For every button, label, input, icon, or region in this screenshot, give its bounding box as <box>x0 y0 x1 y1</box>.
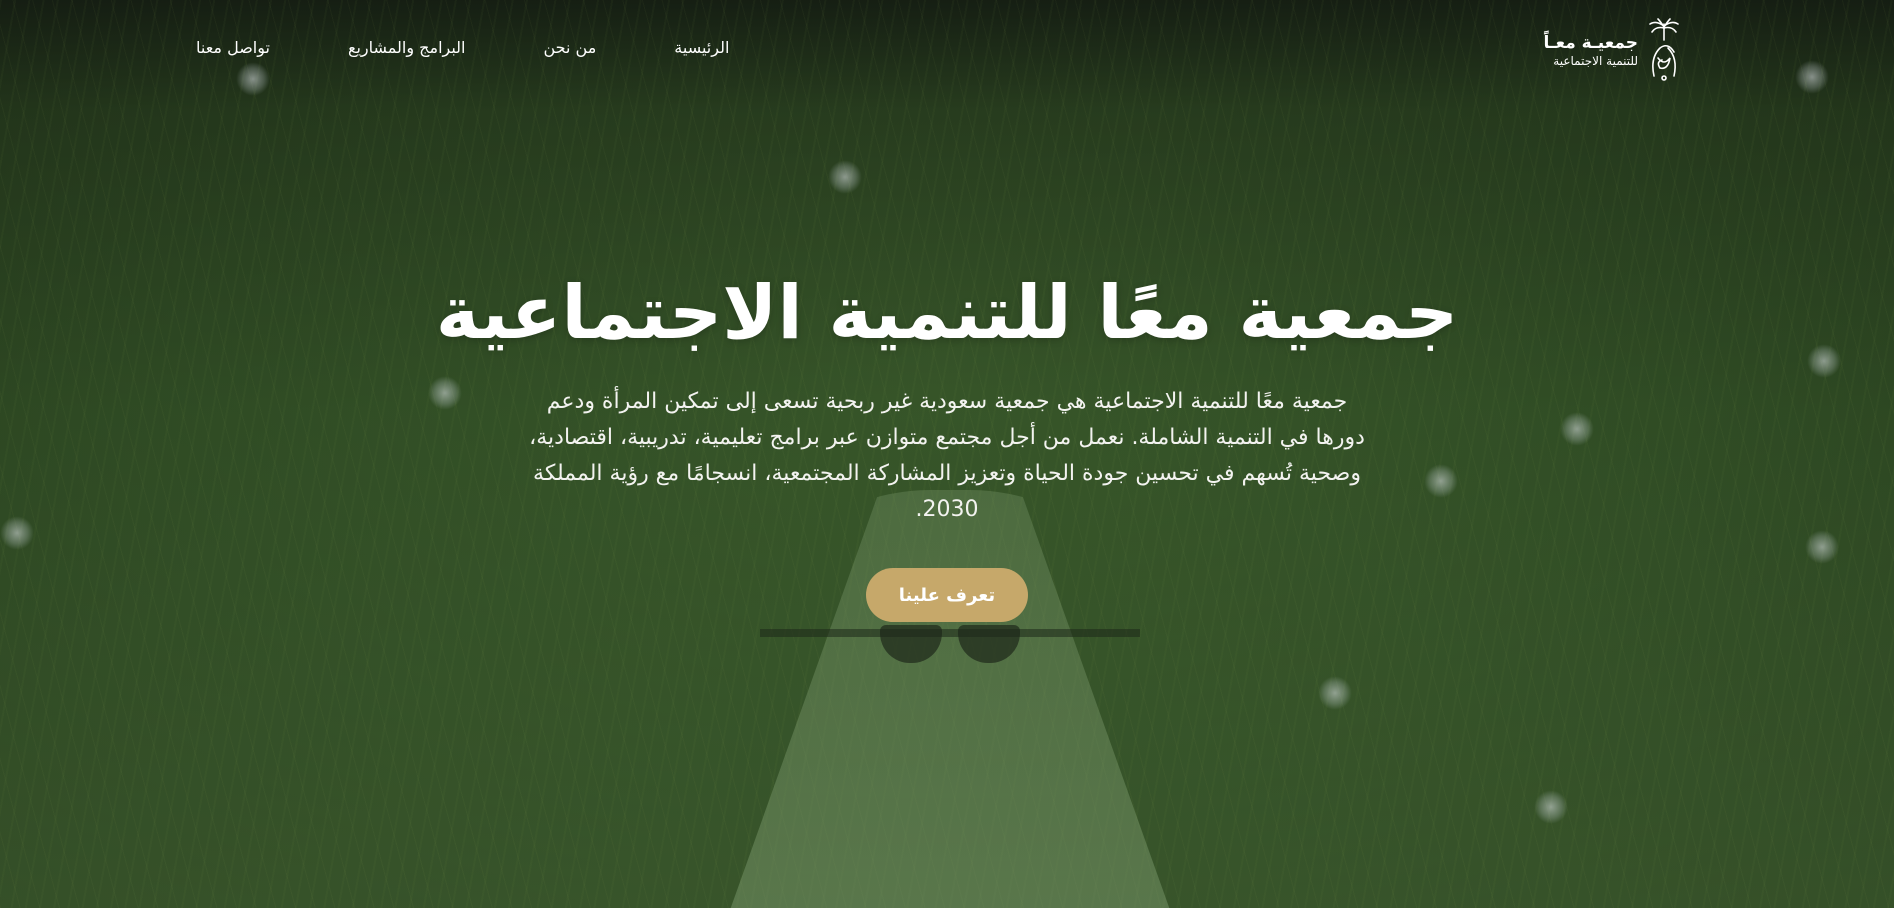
nav-link-about[interactable]: من نحن <box>544 38 597 57</box>
hero-section: جمعيـة معـاً للتنمية الاجتماعية الرئيسية… <box>0 0 1894 908</box>
sunglasses-shape <box>760 625 1140 665</box>
flower-decoration <box>828 160 862 194</box>
hero-content: جمعية معًا للتنمية الاجتماعية جمعية معًا… <box>0 270 1894 622</box>
top-navigation: جمعيـة معـاً للتنمية الاجتماعية الرئيسية… <box>0 0 1894 100</box>
learn-more-button[interactable]: تعرف علينا <box>866 568 1028 622</box>
brand-logo[interactable]: جمعيـة معـاً للتنمية الاجتماعية <box>1543 18 1682 84</box>
nav-link-home[interactable]: الرئيسية <box>674 38 729 57</box>
hero-description: جمعية معًا للتنمية الاجتماعية هي جمعية س… <box>529 389 1365 522</box>
flower-decoration <box>1318 676 1352 710</box>
palm-swords-emblem-icon <box>1649 18 1679 81</box>
nav-link-contact[interactable]: تواصل معنا <box>196 38 270 57</box>
main-menu: الرئيسية من نحن البرامج والمشاريع تواصل … <box>196 38 729 57</box>
nav-link-programs[interactable]: البرامج والمشاريع <box>348 38 466 57</box>
flower-decoration <box>1534 790 1568 824</box>
brand-name: جمعيـة معـاً <box>1543 32 1638 53</box>
hero-title: جمعية معًا للتنمية الاجتماعية <box>435 270 1459 356</box>
brand-tagline: للتنمية الاجتماعية <box>1553 54 1638 69</box>
